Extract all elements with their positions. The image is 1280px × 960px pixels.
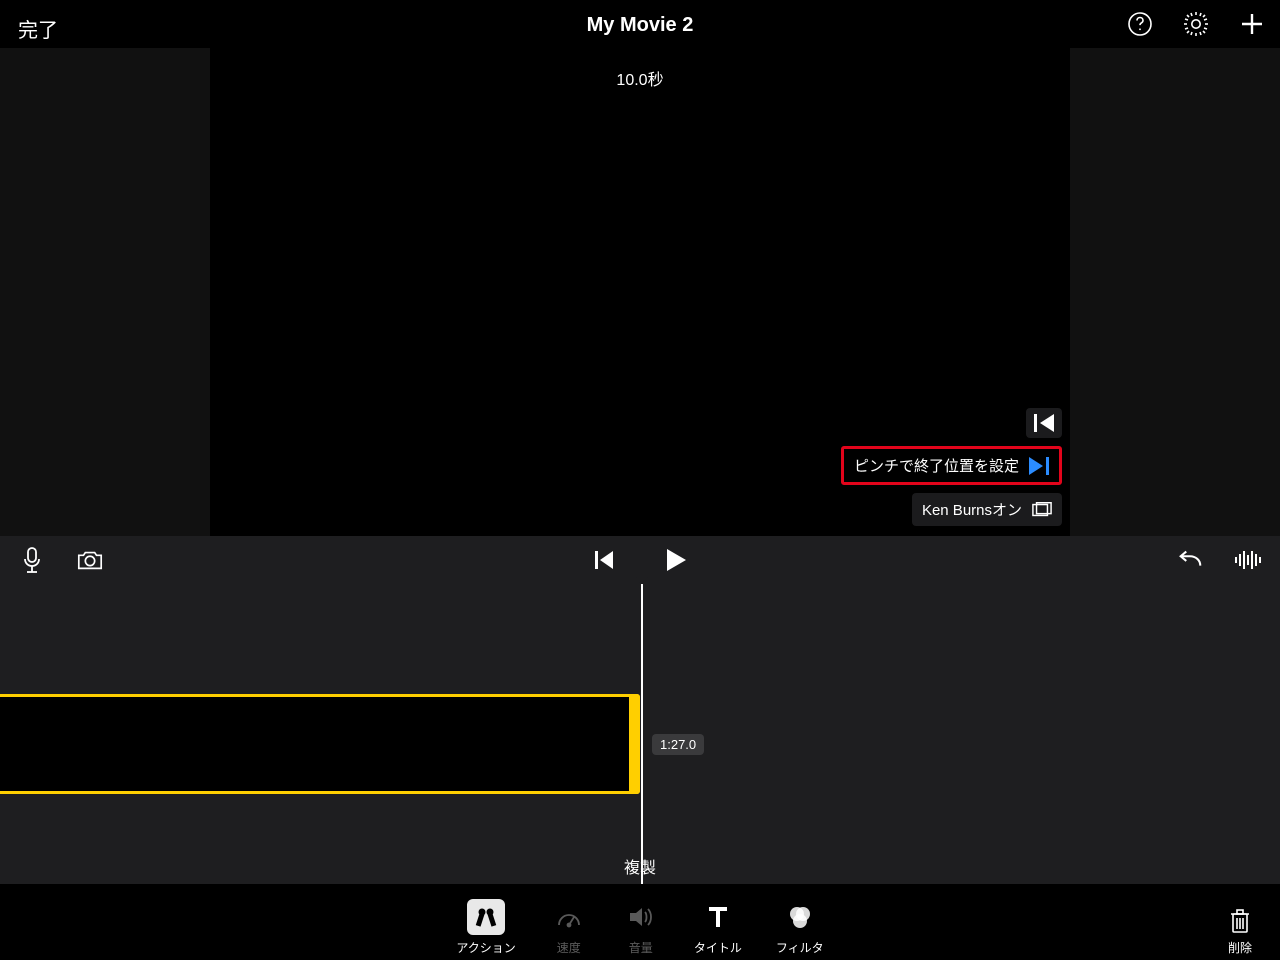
tool-volume[interactable]: 音量 (622, 899, 660, 956)
delete-button[interactable]: 削除 (1228, 907, 1252, 956)
tool-title[interactable]: タイトル (694, 899, 742, 956)
help-icon[interactable] (1126, 10, 1154, 38)
add-media-icon[interactable] (1238, 10, 1266, 38)
preview-right-panel (1070, 48, 1280, 536)
play-icon[interactable] (662, 546, 690, 574)
timeline[interactable]: 1:27.0 複製 (0, 584, 1280, 884)
settings-gear-icon[interactable] (1182, 10, 1210, 38)
project-title: My Movie 2 (0, 14, 1280, 37)
tool-title-label: タイトル (694, 939, 742, 956)
kenburns-start-icon[interactable] (1026, 408, 1062, 438)
tool-speed-label: 速度 (557, 939, 581, 956)
audio-waveform-icon[interactable] (1234, 546, 1262, 574)
clip-duration-label: 10.0秒 (0, 66, 1280, 90)
ken-burns-toggle[interactable]: Ken Burnsオン (912, 493, 1062, 526)
tool-filter[interactable]: フィルタ (776, 899, 824, 956)
clip-trim-handle[interactable] (629, 694, 639, 794)
tool-volume-label: 音量 (629, 939, 653, 956)
tool-speed[interactable]: 速度 (550, 899, 588, 956)
preview-region: 10.0秒 ピンチで終了位置を設定 Ken Burnsオン (0, 48, 1280, 536)
timeline-time-label: 1:27.0 (652, 734, 704, 755)
tool-action-label: アクション (456, 939, 515, 956)
bottom-toolbar: アクション 速度 音量 タイトル フィルタ 削除 (0, 884, 1280, 960)
pinch-end-label[interactable]: ピンチで終了位置を設定 (854, 455, 1019, 476)
tool-action[interactable]: アクション (456, 899, 515, 956)
ken-burns-label: Ken Burnsオン (922, 499, 1022, 520)
kenburns-end-icon[interactable] (1029, 457, 1049, 475)
duplicate-label[interactable]: 複製 (0, 854, 1280, 878)
tool-filter-label: フィルタ (776, 939, 824, 956)
pinch-end-highlight: ピンチで終了位置を設定 (841, 446, 1062, 485)
clip-thumbnails (6, 733, 623, 779)
skip-to-start-icon[interactable] (590, 546, 618, 574)
preview-left-panel (0, 48, 210, 536)
header: 完了 My Movie 2 (0, 0, 1280, 48)
undo-icon[interactable] (1176, 546, 1204, 574)
playhead-line[interactable] (641, 584, 643, 884)
timeline-clip[interactable] (0, 694, 640, 794)
crop-icon (1032, 501, 1052, 519)
delete-label: 削除 (1228, 939, 1252, 956)
